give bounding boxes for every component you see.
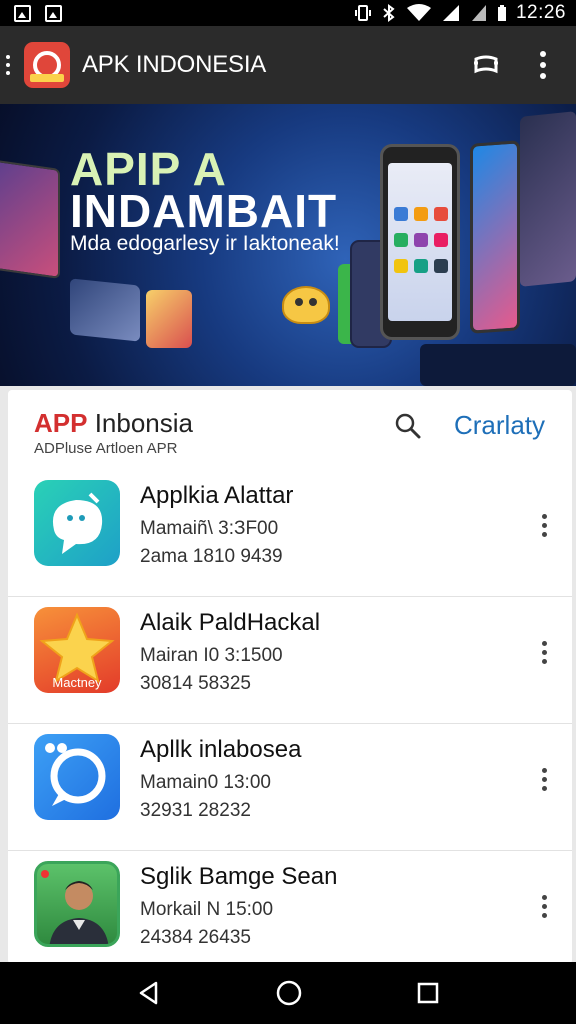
screen: 12:26 APK INDONESIA APIP A INDAMBAIT Mda… xyxy=(0,0,576,1024)
home-icon[interactable] xyxy=(275,979,303,1007)
status-bar: 12:26 xyxy=(0,0,576,26)
item-menu-icon[interactable] xyxy=(542,641,547,664)
promo-banner[interactable]: APIP A INDAMBAIT Mda edogarlesy ir Iakto… xyxy=(0,104,576,386)
app-list-card: APP Inbonsia ADPluse Artloen APR Crarlat… xyxy=(8,390,572,964)
app-bar: APK INDONESIA xyxy=(0,26,576,104)
brand-accent: APP xyxy=(34,408,88,438)
banner-title-line2: INDAMBAIT xyxy=(70,185,338,237)
system-nav-bar xyxy=(0,962,576,1024)
banner-tablet-image xyxy=(470,140,520,334)
vibrate-icon xyxy=(354,5,371,21)
cast-icon[interactable] xyxy=(472,53,500,77)
banner-phone-image xyxy=(380,144,460,340)
category-link[interactable]: Crarlaty xyxy=(454,410,545,441)
app-meta: Mairan I0 3:1500 xyxy=(140,645,283,666)
section-brand: APP Inbonsia xyxy=(34,408,193,439)
back-icon[interactable] xyxy=(136,980,162,1006)
gallery-notification-icon xyxy=(14,4,31,22)
banner-screen-card xyxy=(420,344,576,386)
banner-screen-card xyxy=(0,159,60,279)
app-stats: 2ama 1810 9439 xyxy=(140,546,283,567)
item-menu-icon[interactable] xyxy=(542,895,547,918)
app-meta: Mamaiñ\ 3:ЗF00 xyxy=(140,518,279,539)
item-menu-icon[interactable] xyxy=(542,514,547,537)
app-meta: Morkail N 15:00 xyxy=(140,899,274,920)
signal-2-icon xyxy=(471,5,486,21)
chat-circle-icon xyxy=(34,734,120,820)
photo-notification-icon xyxy=(45,4,62,22)
wifi-icon xyxy=(406,4,431,21)
app-stats: 32931 28232 xyxy=(140,800,251,821)
overflow-menu-icon[interactable] xyxy=(540,51,546,79)
banner-subtitle: Mda edogarlesy ir Iaktoneak! xyxy=(70,232,340,255)
battery-icon xyxy=(497,5,506,21)
banner-screen-card xyxy=(520,111,576,287)
app-stats: 30814 58325 xyxy=(140,673,251,694)
app-meta: Mamain0 13:00 xyxy=(140,772,271,793)
app-list-item[interactable]: Mactney Alaik PaldHackal Mairan I0 3:150… xyxy=(8,597,572,724)
recents-icon[interactable] xyxy=(416,981,440,1005)
star-icon-label: Mactney xyxy=(52,675,102,690)
search-icon[interactable] xyxy=(394,412,422,440)
item-menu-icon[interactable] xyxy=(542,768,547,791)
app-logo xyxy=(24,42,70,88)
app-title: Apllk inlabosea xyxy=(140,736,302,763)
person-photo-icon xyxy=(34,861,120,947)
app-list-item[interactable]: Applkia Alattar Mamaiñ\ 3:ЗF00 2ama 1810… xyxy=(8,470,572,597)
bluetooth-off-icon xyxy=(383,4,395,22)
banner-screen-card xyxy=(146,290,192,348)
app-title: Alaik PaldHackal xyxy=(140,609,321,636)
app-list-item[interactable]: Sglik Bamge Sean Morkail N 15:00 24384 2… xyxy=(8,851,572,964)
app-title: APK INDONESIA xyxy=(82,51,267,78)
star-icon: Mactney xyxy=(34,607,120,693)
app-title: Applkia Alattar xyxy=(140,482,294,509)
banner-screen-card xyxy=(70,278,140,342)
signal-icon xyxy=(442,5,459,21)
section-header: APP Inbonsia ADPluse Artloen APR Crarlat… xyxy=(8,390,572,470)
clock: 12:26 xyxy=(515,2,566,23)
chat-bubble-icon xyxy=(34,480,120,566)
brand-rest: Inbonsia xyxy=(94,408,194,438)
section-subtitle: ADPluse Artloen APR xyxy=(34,440,178,457)
drawer-menu-icon[interactable] xyxy=(0,26,16,104)
app-list-item[interactable]: Apllk inlabosea Mamain0 13:00 32931 2823… xyxy=(8,724,572,851)
app-stats: 24384 26435 xyxy=(140,927,251,948)
app-title: Sglik Bamge Sean xyxy=(140,863,338,890)
mascot-image xyxy=(282,286,330,324)
